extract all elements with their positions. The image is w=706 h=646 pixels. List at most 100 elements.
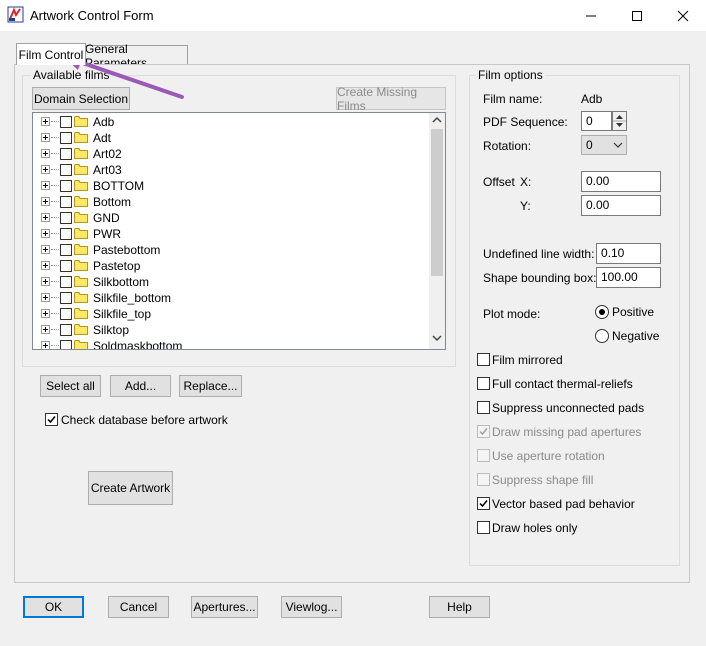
expand-icon[interactable] — [41, 197, 50, 206]
check-icon — [47, 416, 56, 424]
film-name: Silktop — [93, 323, 130, 337]
films-scrollbar-thumb[interactable] — [431, 129, 443, 276]
expand-icon[interactable] — [41, 117, 50, 126]
close-button[interactable] — [660, 0, 706, 31]
pdf-sequence-input[interactable]: 0 — [581, 111, 612, 131]
title-bar: Artwork Control Form — [0, 0, 706, 31]
film-options-label: Film options — [476, 68, 545, 82]
expand-icon[interactable] — [41, 149, 50, 158]
film-checkbox[interactable] — [60, 116, 72, 128]
expand-icon[interactable] — [41, 213, 50, 222]
expand-icon[interactable] — [41, 325, 50, 334]
film-checkbox[interactable] — [60, 276, 72, 288]
film-tree-item[interactable]: Silkfile_top — [33, 306, 429, 322]
film-checkbox[interactable] — [60, 260, 72, 272]
tab-film-control-label: Film Control — [18, 47, 84, 62]
film-checkbox[interactable] — [60, 228, 72, 240]
film-tree-item[interactable]: Silktop — [33, 322, 429, 338]
suppress-shape-fill-checkbox[interactable] — [477, 473, 490, 486]
tree-connector — [51, 217, 59, 218]
pdf-sequence-spinner[interactable] — [612, 111, 627, 131]
film-tree-item[interactable]: PWR — [33, 226, 429, 242]
viewlog-button[interactable]: Viewlog... — [281, 596, 342, 618]
vector-based-checkbox[interactable] — [477, 497, 490, 510]
use-aperture-rotation-checkbox[interactable] — [477, 449, 490, 462]
film-checkbox[interactable] — [60, 324, 72, 336]
expand-icon[interactable] — [41, 133, 50, 142]
film-tree-item[interactable]: GND — [33, 210, 429, 226]
film-checkbox[interactable] — [60, 340, 72, 349]
film-checkbox[interactable] — [60, 244, 72, 256]
film-tree-item[interactable]: Silkbottom — [33, 274, 429, 290]
film-name: BOTTOM — [93, 179, 145, 193]
expand-icon[interactable] — [41, 229, 50, 238]
film-tree-item[interactable]: Adb — [33, 114, 429, 130]
film-tree-item[interactable]: Art02 — [33, 146, 429, 162]
tab-film-control[interactable]: Film Control — [16, 43, 86, 65]
cancel-button[interactable]: Cancel — [108, 596, 169, 618]
undefined-line-width-input[interactable]: 0.10 — [596, 243, 661, 264]
create-missing-films-button[interactable]: Create Missing Films — [336, 85, 446, 113]
film-tree-item[interactable]: Pastetop — [33, 258, 429, 274]
film-name: GND — [93, 211, 120, 225]
folder-icon — [74, 244, 88, 255]
film-checkbox[interactable] — [60, 132, 72, 144]
film-tree-item[interactable]: BOTTOM — [33, 178, 429, 194]
expand-icon[interactable] — [41, 261, 50, 270]
film-mirrored-label: Film mirrored — [492, 353, 563, 367]
film-tree-item[interactable]: Adt — [33, 130, 429, 146]
help-button[interactable]: Help — [429, 596, 490, 618]
film-mirrored-checkbox[interactable] — [477, 353, 490, 366]
expand-icon[interactable] — [41, 293, 50, 302]
check-icon — [479, 500, 488, 508]
film-name: Bottom — [93, 195, 132, 209]
apertures-button[interactable]: Apertures... — [191, 596, 258, 618]
scroll-up-icon[interactable] — [432, 116, 442, 124]
film-checkbox[interactable] — [60, 308, 72, 320]
ok-button[interactable]: OK — [23, 596, 84, 618]
film-checkbox[interactable] — [60, 196, 72, 208]
replace-button[interactable]: Replace... — [179, 375, 242, 397]
film-checkbox[interactable] — [60, 148, 72, 160]
draw-missing-checkbox[interactable] — [477, 425, 490, 438]
film-name: Soldmaskbottom — [93, 339, 183, 350]
scroll-down-icon[interactable] — [432, 334, 442, 342]
check-database-checkbox[interactable] — [45, 413, 58, 426]
film-name: Silkbottom — [93, 275, 150, 289]
expand-icon[interactable] — [41, 181, 50, 190]
check-database-label: Check database before artwork — [61, 413, 228, 427]
draw-holes-only-checkbox[interactable] — [477, 521, 490, 534]
film-tree-item[interactable]: Bottom — [33, 194, 429, 210]
shape-bounding-box-input[interactable]: 100.00 — [596, 267, 661, 288]
select-all-button[interactable]: Select all — [40, 375, 101, 397]
films-tree[interactable]: Adb Adt Art02 Art03 BOTTOM Bottom GND PWR Pasteb… — [32, 112, 446, 350]
film-tree-item[interactable]: Pastebottom — [33, 242, 429, 258]
expand-icon[interactable] — [41, 245, 50, 254]
expand-icon[interactable] — [41, 165, 50, 174]
maximize-button[interactable] — [614, 0, 660, 31]
film-checkbox[interactable] — [60, 180, 72, 192]
create-artwork-button[interactable]: Create Artwork — [88, 471, 173, 505]
minimize-button[interactable] — [568, 0, 614, 31]
add-button[interactable]: Add... — [110, 375, 171, 397]
suppress-unconnected-checkbox[interactable] — [477, 401, 490, 414]
film-tree-item[interactable]: Soldmaskbottom — [33, 338, 429, 350]
film-checkbox[interactable] — [60, 164, 72, 176]
film-tree-item[interactable]: Silkfile_bottom — [33, 290, 429, 306]
expand-icon[interactable] — [41, 277, 50, 286]
rotation-select[interactable]: 0 — [581, 135, 627, 155]
expand-icon[interactable] — [41, 309, 50, 318]
full-contact-checkbox[interactable] — [477, 377, 490, 390]
cancel-label: Cancel — [119, 600, 158, 614]
film-checkbox[interactable] — [60, 212, 72, 224]
film-checkbox[interactable] — [60, 292, 72, 304]
film-tree-item[interactable]: Art03 — [33, 162, 429, 178]
offset-x-input[interactable]: 0.00 — [581, 171, 661, 192]
expand-icon[interactable] — [41, 341, 50, 349]
tree-connector — [51, 313, 59, 314]
tree-connector — [51, 121, 59, 122]
offset-y-input[interactable]: 0.00 — [581, 195, 661, 216]
positive-radio[interactable] — [595, 305, 609, 319]
folder-icon — [74, 148, 88, 159]
negative-radio[interactable] — [595, 329, 609, 343]
